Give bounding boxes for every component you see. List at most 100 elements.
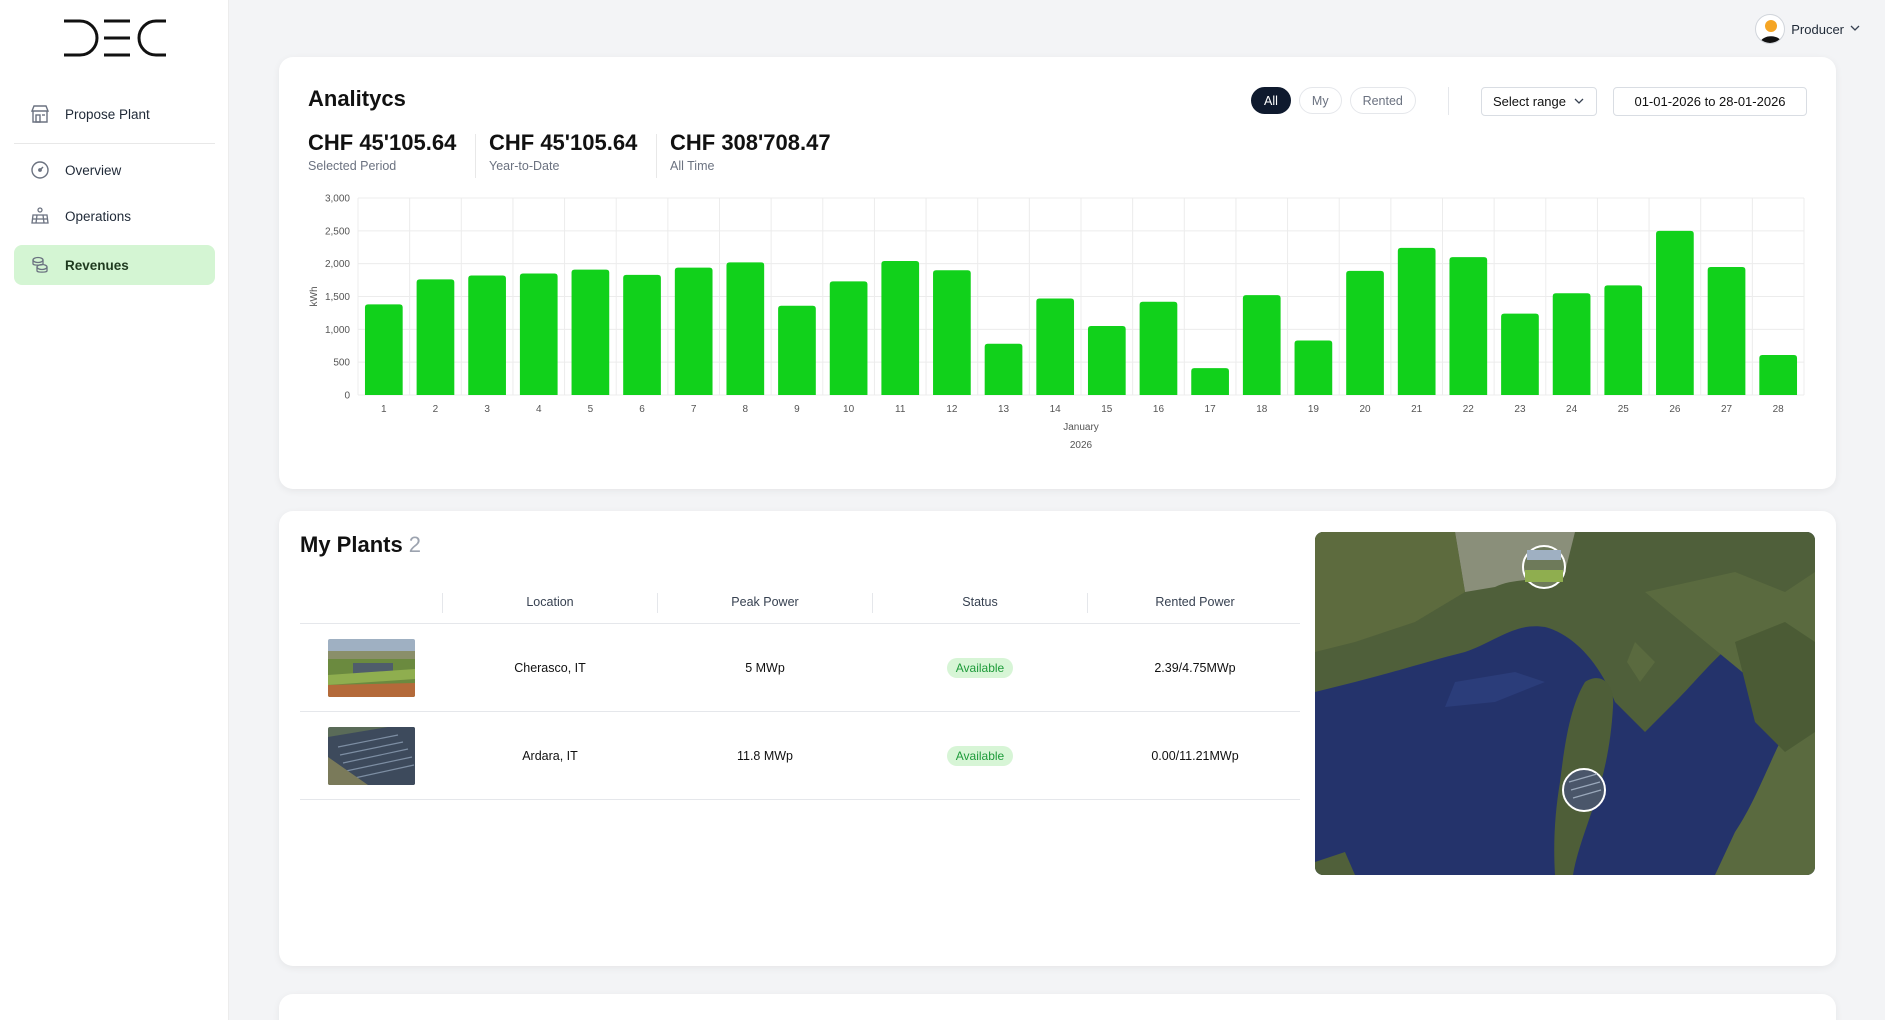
- x-tick-label: 4: [536, 404, 542, 415]
- y-tick-label: 0: [344, 391, 350, 402]
- chart-bar: [1449, 257, 1488, 395]
- chart-bar: [364, 304, 403, 395]
- chart-bar: [1036, 298, 1075, 395]
- x-tick-label: 8: [743, 404, 749, 415]
- y-tick-label: 500: [333, 358, 350, 369]
- plants-card: My Plants 2 Location Peak Power Status Re…: [279, 511, 1836, 966]
- x-tick-label: 28: [1773, 404, 1785, 415]
- gauge-icon: [29, 159, 51, 181]
- x-tick-label: 25: [1618, 404, 1630, 415]
- sidebar-divider: [14, 143, 215, 144]
- x-axis-label: January: [1063, 422, 1099, 433]
- dec-logo[interactable]: [62, 18, 168, 58]
- column-rented-power[interactable]: Rented Power: [1088, 580, 1302, 624]
- chart-bar: [1242, 295, 1281, 395]
- chart-bar: [1346, 270, 1384, 395]
- user-name: Producer: [1791, 21, 1844, 37]
- chart-bar: [1604, 285, 1643, 395]
- user-menu[interactable]: Producer: [1755, 14, 1860, 44]
- column-status[interactable]: Status: [873, 580, 1087, 624]
- kpi-value: CHF 45'105.64: [489, 130, 638, 155]
- kpi-all-time: CHF 308'708.47 All Time: [670, 130, 831, 173]
- plants-map[interactable]: [1315, 532, 1815, 875]
- x-tick-label: 11: [895, 404, 906, 415]
- plants-title-text: My Plants: [300, 532, 403, 557]
- x-tick-label: 2: [433, 404, 439, 415]
- sidebar-item-propose-plant[interactable]: Propose Plant: [14, 94, 215, 134]
- plants-count: 2: [408, 532, 421, 557]
- chart-bar: [726, 262, 765, 395]
- filter-all[interactable]: All: [1251, 87, 1291, 114]
- sidebar-item-label: Overview: [65, 162, 122, 178]
- kpi-divider: [656, 134, 657, 178]
- range-select[interactable]: Select range: [1481, 87, 1597, 116]
- chart-bar: [1501, 313, 1539, 395]
- chart-bar: [623, 274, 661, 395]
- chart-bar: [571, 269, 610, 395]
- table-row[interactable]: Ardara, IT 11.8 MWp Available 0.00/11.21…: [300, 712, 1300, 800]
- plants-title: My Plants 2: [300, 532, 421, 558]
- range-select-label: Select range: [1493, 94, 1566, 109]
- table-row[interactable]: Cherasco, IT 5 MWp Available 2.39/4.75MW…: [300, 624, 1300, 712]
- x-tick-label: 13: [998, 404, 1010, 415]
- filter-rented[interactable]: Rented: [1349, 87, 1416, 114]
- sidebar-item-label: Operations: [65, 208, 132, 224]
- column-peak-power[interactable]: Peak Power: [658, 580, 872, 624]
- filter-pills: All My Rented: [1251, 87, 1416, 114]
- chart-bar: [933, 270, 971, 395]
- plant-thumbnail-cell: [300, 712, 442, 800]
- plants-table-header: Location Peak Power Status Rented Power: [300, 580, 1300, 624]
- kpi-label: Year-to-Date: [489, 159, 560, 173]
- x-axis-sublabel: 2026: [1070, 440, 1093, 451]
- chart-bar: [1397, 247, 1436, 395]
- x-tick-label: 14: [1050, 404, 1062, 415]
- sidebar-item-revenues[interactable]: Revenues: [14, 245, 215, 285]
- x-tick-label: 5: [588, 404, 594, 415]
- status-badge: Available: [946, 746, 1014, 766]
- chart-bar: [1191, 368, 1229, 395]
- sidebar-item-overview[interactable]: Overview: [14, 150, 215, 190]
- x-tick-label: 1: [381, 404, 387, 415]
- plant-rented-power: 0.00/11.21MWp: [1151, 749, 1239, 763]
- x-tick-label: 16: [1153, 404, 1165, 415]
- kpi-value: CHF 308'708.47: [670, 130, 831, 155]
- x-tick-label: 26: [1669, 404, 1681, 415]
- x-tick-label: 12: [946, 404, 958, 415]
- kpi-divider: [475, 134, 476, 178]
- plant-rented-power: 2.39/4.75MWp: [1154, 661, 1236, 675]
- chevron-down-icon: [1574, 94, 1584, 109]
- column-location[interactable]: Location: [443, 580, 657, 624]
- chevron-down-icon: [1850, 20, 1860, 38]
- chart-bar: [1087, 326, 1126, 395]
- x-tick-label: 19: [1308, 404, 1320, 415]
- chart-bar: [519, 273, 558, 395]
- plant-peak-power: 5 MWp: [745, 661, 785, 675]
- chart-bar: [1759, 354, 1798, 395]
- x-tick-label: 15: [1101, 404, 1113, 415]
- plant-thumbnail-cell: [300, 624, 442, 712]
- revenue-bar-chart: 05001,0001,5002,0002,5003,0001 2 3 4 5 6 7 8 9 10…: [309, 194, 1805, 451]
- chart-bar: [1139, 301, 1178, 395]
- x-tick-label: 22: [1463, 404, 1475, 415]
- sidebar-item-operations[interactable]: Operations: [14, 196, 215, 236]
- x-tick-label: 3: [484, 404, 490, 415]
- x-tick-label: 23: [1514, 404, 1526, 415]
- avatar: [1755, 14, 1786, 44]
- kpi-label: All Time: [670, 159, 715, 173]
- kpi-year-to-date: CHF 45'105.64 Year-to-Date: [489, 130, 637, 173]
- header-divider: [1448, 87, 1449, 115]
- x-tick-label: 6: [639, 404, 645, 415]
- status-badge: Available: [946, 658, 1014, 678]
- sidebar-item-label: Revenues: [65, 257, 129, 273]
- analytics-card: Analitycs All My Rented Select range 01-…: [279, 57, 1836, 489]
- y-tick-label: 1,500: [325, 292, 350, 303]
- plant-location: Cherasco, IT: [514, 661, 586, 675]
- map-marker-ardara: [1562, 768, 1606, 812]
- y-axis-label: kWh: [309, 287, 320, 307]
- chart-bar: [468, 275, 506, 395]
- filter-my[interactable]: My: [1298, 87, 1342, 114]
- date-range-input[interactable]: 01-01-2026 to 28-01-2026: [1613, 87, 1807, 116]
- chart-bar: [416, 279, 455, 395]
- analytics-title: Analitycs: [308, 86, 406, 111]
- y-tick-label: 2,000: [325, 259, 350, 270]
